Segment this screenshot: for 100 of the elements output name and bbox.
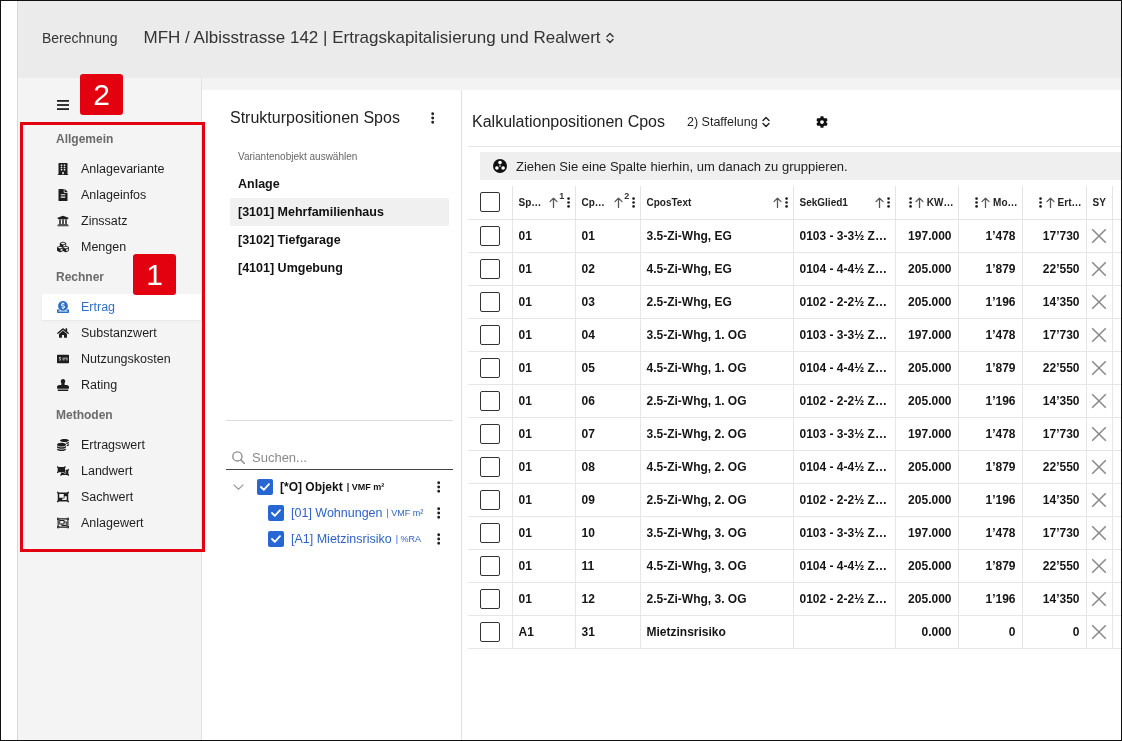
table-cell: 0103 - 3-3½ Z… <box>793 417 895 450</box>
row-checkbox[interactable] <box>479 621 500 642</box>
row-checkbox[interactable] <box>479 489 500 510</box>
square-frame-icon <box>57 517 69 529</box>
sort-arrow-icon[interactable] <box>773 196 783 208</box>
more-icon[interactable] <box>974 196 979 208</box>
row-checkbox[interactable] <box>479 357 500 378</box>
nav-item[interactable]: Substanzwert <box>42 320 201 346</box>
row-checkbox[interactable] <box>479 390 500 411</box>
list-item[interactable]: [3102] Tiefgarage <box>230 226 449 254</box>
tree-node-label[interactable]: [A1] Mietzinsrisiko <box>291 532 392 546</box>
more-icon[interactable] <box>908 196 912 208</box>
column-label[interactable]: CposText <box>646 196 692 208</box>
more-icon[interactable] <box>436 481 440 493</box>
more-icon[interactable] <box>436 533 440 545</box>
table-cell: 01 <box>512 219 575 252</box>
row-checkbox[interactable] <box>479 324 500 345</box>
row-checkbox[interactable] <box>479 555 500 576</box>
more-icon[interactable] <box>632 196 636 208</box>
row-checkbox[interactable] <box>479 456 500 477</box>
stamp-icon <box>57 379 69 391</box>
select-all-checkbox[interactable] <box>479 192 500 213</box>
column-label[interactable]: KW… <box>926 196 954 208</box>
table-cell: 05 <box>575 351 640 384</box>
row-checkbox[interactable] <box>479 522 500 543</box>
row-checkbox[interactable] <box>479 291 500 312</box>
sort-arrow-icon[interactable] <box>1045 196 1055 208</box>
nav-item[interactable]: Ertragswert <box>42 432 201 458</box>
row-checkbox[interactable] <box>479 258 500 279</box>
more-icon[interactable] <box>887 196 891 208</box>
table-cell: 2.5-Zi-Whg, 3. OG <box>640 582 793 615</box>
sort-arrow-icon[interactable] <box>914 196 924 208</box>
nav-item[interactable]: Ertrag <box>42 294 201 320</box>
sort-arrow-icon[interactable] <box>549 196 559 208</box>
sort-arrow-icon[interactable] <box>981 196 991 208</box>
list-item[interactable]: [4101] Umgebung <box>230 254 449 282</box>
column-label[interactable]: SekGlied1 <box>799 196 848 208</box>
row-checkbox[interactable] <box>479 423 500 444</box>
row-checkbox[interactable] <box>479 225 500 246</box>
more-icon[interactable] <box>1039 196 1043 208</box>
table-cell: 205.000 <box>895 549 958 582</box>
table-cell: 01 <box>512 285 575 318</box>
sort-order: 2 <box>624 191 630 201</box>
nav-item[interactable]: Nutzungskosten <box>42 346 201 372</box>
tree-node-label[interactable]: [01] Wohnungen <box>291 506 383 520</box>
tree-checkbox[interactable] <box>268 505 284 521</box>
variant-select[interactable]: 2) Staffelung <box>687 115 770 129</box>
nav-item[interactable]: Landwert <box>42 458 201 484</box>
chevrons-updown-icon <box>605 31 614 44</box>
group-hint: Ziehen Sie eine Spalte hierhin, um danach zu gruppieren. <box>516 158 848 174</box>
list-item[interactable]: Anlage <box>230 170 449 198</box>
search-field[interactable]: Suchen... <box>252 447 453 467</box>
table-cell: 22’550 <box>1022 252 1086 285</box>
row-checkbox[interactable] <box>479 588 500 609</box>
column-label[interactable]: Sp… <box>518 196 542 208</box>
column-label[interactable]: Mo… <box>993 196 1018 208</box>
reel-icon <box>493 159 507 173</box>
table-cell: 09 <box>575 483 640 516</box>
table-cell: 1’879 <box>958 252 1022 285</box>
project-selector[interactable]: MFH / Albisstrasse 142 | Ertragskapitalisierung und Realwert <box>143 27 614 48</box>
table-cell: 4.5-Zi-Whg, 1. OG <box>640 351 793 384</box>
table-cell: 01 <box>512 318 575 351</box>
table-cell: 10 <box>575 516 640 549</box>
table-cell: 17’730 <box>1022 318 1086 351</box>
tree-node-label[interactable]: [*O] Objekt <box>280 480 343 494</box>
table-cell: 4.5-Zi-Whg, 3. OG <box>640 549 793 582</box>
column-label[interactable]: Cp… <box>581 196 605 208</box>
check-icon <box>271 535 281 543</box>
table-cell: 0103 - 3-3½ Z… <box>793 516 895 549</box>
list-item[interactable]: [3101] Mehrfamilienhaus <box>230 198 449 226</box>
tree-checkbox[interactable] <box>268 531 284 547</box>
more-icon[interactable] <box>436 507 440 519</box>
sort-arrow-icon[interactable] <box>875 196 885 208</box>
nav-item[interactable]: Rating <box>42 372 201 398</box>
column-label[interactable]: Ert… <box>1057 196 1082 208</box>
menu-icon[interactable] <box>57 100 69 110</box>
more-icon[interactable] <box>785 196 789 208</box>
tree-checkbox[interactable] <box>257 479 273 495</box>
more-icon[interactable] <box>567 196 571 208</box>
nav-item[interactable]: Anlageinfos <box>42 182 201 208</box>
annotation-badge: 1 <box>133 254 176 295</box>
nav-item[interactable]: Sachwert <box>42 484 201 510</box>
chevron-down-icon[interactable] <box>233 484 244 490</box>
table-cell: Mietzinsrisiko <box>640 615 793 648</box>
table-cell: 0103 - 3-3½ Z… <box>793 318 895 351</box>
table-cell: 0102 - 2-2½ Z… <box>793 285 895 318</box>
table-cell: 0103 - 3-3½ Z… <box>793 219 895 252</box>
more-icon[interactable] <box>430 112 434 124</box>
column-label[interactable]: SY <box>1092 196 1106 208</box>
settings-icon[interactable] <box>815 116 828 128</box>
nav-item[interactable]: Anlagevariante <box>42 156 201 182</box>
breadcrumb-link[interactable]: Berechnung <box>42 29 118 46</box>
nav-item[interactable]: Zinssatz <box>42 208 201 234</box>
nav-item[interactable]: Anlagewert <box>42 510 201 536</box>
table-cell: 0104 - 4-4½ Z… <box>793 351 895 384</box>
sort-arrow-icon[interactable] <box>614 196 624 208</box>
table-cell: 01 <box>512 516 575 549</box>
table-cell: 22’550 <box>1022 351 1086 384</box>
table-cell: 0104 - 4-4½ Z… <box>793 252 895 285</box>
overlapping-squares-icon <box>57 465 69 477</box>
